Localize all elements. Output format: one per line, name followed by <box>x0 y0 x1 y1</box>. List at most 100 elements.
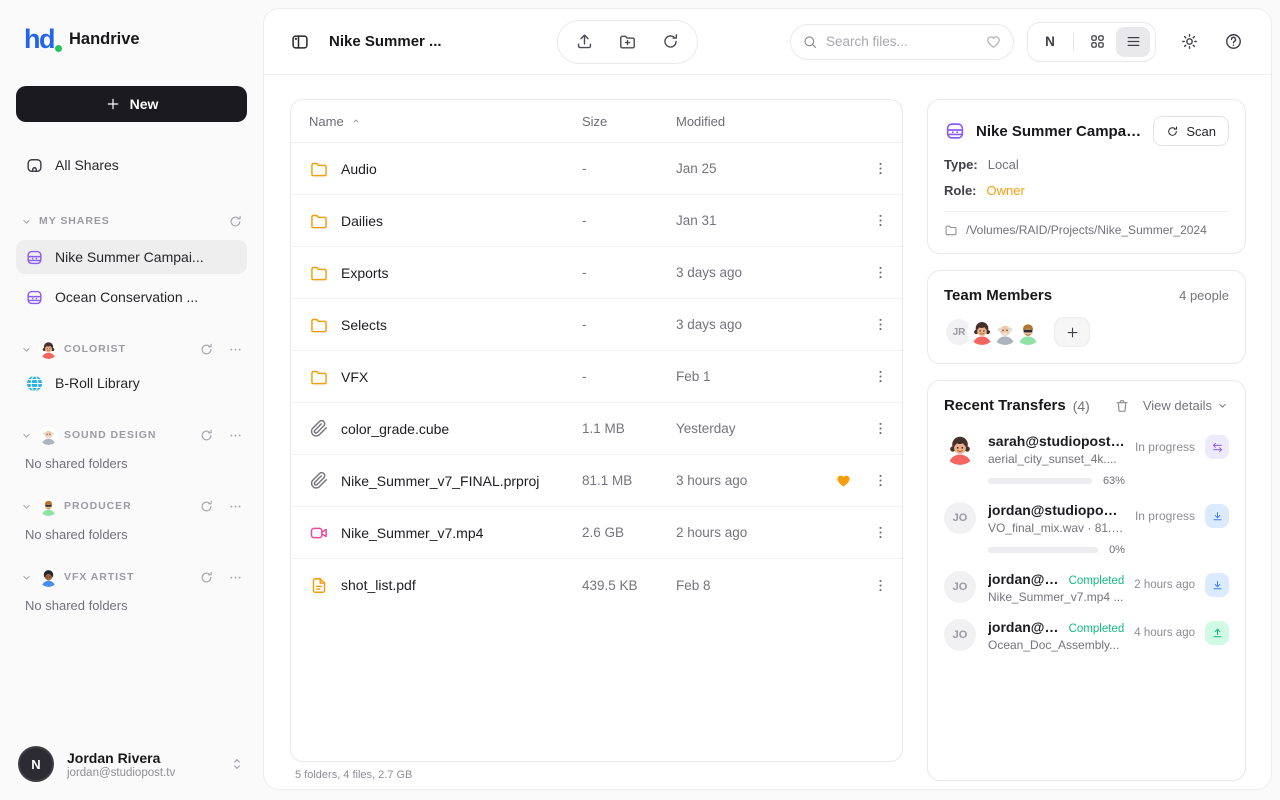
help-icon[interactable] <box>1224 32 1243 51</box>
search-input[interactable] <box>826 34 977 49</box>
my-shares-label: MY SHARES <box>39 215 110 227</box>
refresh-icon[interactable] <box>199 570 214 585</box>
refresh-icon[interactable] <box>228 214 243 229</box>
sidebar-item-b-roll-library[interactable]: B-Roll Library <box>16 366 247 400</box>
table-row-prproj[interactable]: Nike_Summer_v7_FINAL.prproj 81.1 MB 3 ho… <box>291 455 902 507</box>
team-members-card: Team Members 4 people JR <box>927 270 1246 364</box>
all-shares-icon <box>25 156 44 175</box>
new-folder-button[interactable] <box>618 32 637 51</box>
sidebar-item-all-shares[interactable]: All Shares <box>16 148 247 182</box>
row-menu-button[interactable] <box>872 264 889 281</box>
table-row-dailies[interactable]: Dailies - Jan 31 <box>291 195 902 247</box>
row-menu-button[interactable] <box>872 524 889 541</box>
favorites-filter-icon[interactable] <box>985 33 1002 50</box>
app-logo: hd <box>24 26 54 53</box>
refresh-icon[interactable] <box>199 342 214 357</box>
new-button[interactable]: New <box>16 86 247 122</box>
transfer-time: 2 hours ago <box>1134 579 1195 591</box>
avatar-sunglasses-man[interactable] <box>1013 317 1043 347</box>
file-actions-group <box>557 20 698 64</box>
more-icon[interactable] <box>228 342 243 357</box>
kebab-icon <box>872 472 889 489</box>
row-menu-button[interactable] <box>872 472 889 489</box>
kebab-icon <box>872 524 889 541</box>
page-title: Nike Summer ... <box>329 33 442 50</box>
kebab-icon <box>872 212 889 229</box>
share-label: Nike Summer Campai... <box>55 249 204 265</box>
row-menu-button[interactable] <box>872 368 889 385</box>
more-icon[interactable] <box>228 570 243 585</box>
table-row-mp4[interactable]: Nike_Summer_v7.mp4 2.6 GB 2 hours ago <box>291 507 902 559</box>
transfer-user: jordan@st... <box>988 571 1061 587</box>
transfer-user: sarah@studiopost.tv <box>988 433 1125 449</box>
account-switcher-icon[interactable] <box>229 756 245 772</box>
team-avatars: JR <box>944 317 1229 347</box>
kebab-icon <box>872 264 889 281</box>
sound-design-avatar <box>39 426 58 445</box>
user-account[interactable]: N Jordan Rivera jordan@studiopost.tv <box>16 742 247 786</box>
table-row-pdf[interactable]: shot_list.pdf 439.5 KB Feb 8 <box>291 559 902 611</box>
upload-button[interactable] <box>575 32 594 51</box>
brand: hd Handrive <box>24 20 247 58</box>
refresh-icon[interactable] <box>199 428 214 443</box>
view-switcher: N <box>1027 22 1156 62</box>
row-menu-button[interactable] <box>872 316 889 333</box>
column-header-size[interactable]: Size <box>582 114 676 129</box>
user-name: Jordan Rivera <box>67 750 216 766</box>
sort-asc-icon <box>350 115 362 127</box>
table-row-exports[interactable]: Exports - 3 days ago <box>291 247 902 299</box>
grid-view-button[interactable] <box>1080 27 1114 57</box>
table-row-vfx[interactable]: VFX - Feb 1 <box>291 351 902 403</box>
grid-icon <box>1089 33 1106 50</box>
avatar-sarah <box>944 433 976 465</box>
vfx-artist-avatar <box>39 568 58 587</box>
more-icon[interactable] <box>228 499 243 514</box>
favorite-heart-icon[interactable] <box>835 472 852 489</box>
table-row-color-grade-cube[interactable]: color_grade.cube 1.1 MB Yesterday <box>291 403 902 455</box>
row-menu-button[interactable] <box>872 577 889 594</box>
kebab-icon <box>872 420 889 437</box>
plus-icon <box>1065 325 1080 340</box>
logo-text: hd <box>24 24 54 54</box>
more-icon[interactable] <box>228 428 243 443</box>
document-icon <box>309 576 329 595</box>
refresh-icon[interactable] <box>199 499 214 514</box>
row-menu-button[interactable] <box>872 160 889 177</box>
view-details-button[interactable]: View details <box>1143 398 1229 413</box>
sidebar-toggle-icon[interactable] <box>290 32 310 52</box>
sidebar-item-ocean-conservation[interactable]: Ocean Conservation ... <box>16 280 247 314</box>
nas-button[interactable]: N <box>1033 27 1067 57</box>
role-section-producer[interactable]: PRODUCER <box>16 493 247 519</box>
transfer-status: In progress <box>1135 509 1195 523</box>
add-member-button[interactable] <box>1054 317 1090 347</box>
sidebar: hd Handrive New All Shares MY SHARES Nik… <box>0 0 263 800</box>
row-menu-button[interactable] <box>872 420 889 437</box>
list-view-button[interactable] <box>1116 27 1150 57</box>
my-shares-section-header[interactable]: MY SHARES <box>16 208 247 234</box>
table-row-audio[interactable]: Audio - Jan 25 <box>291 143 902 195</box>
avatar-jo: JO <box>944 619 976 651</box>
role-section-colorist[interactable]: COLORIST <box>16 336 247 362</box>
chevron-down-icon <box>20 343 33 356</box>
column-header-modified[interactable]: Modified <box>676 114 828 129</box>
app-title: Handrive <box>69 30 140 49</box>
file-count-summary: 5 folders, 4 files, 2.7 GB <box>290 762 903 781</box>
video-icon <box>309 523 329 543</box>
transfers-count: (4) <box>1073 398 1107 414</box>
all-shares-label: All Shares <box>55 157 119 173</box>
folder-icon <box>309 159 329 179</box>
trash-icon[interactable] <box>1114 398 1130 414</box>
role-section-vfx-artist[interactable]: VFX ARTIST <box>16 564 247 590</box>
drive-icon <box>25 248 44 267</box>
sidebar-item-nike-summer[interactable]: Nike Summer Campai... <box>16 240 247 274</box>
divider <box>944 211 1229 212</box>
role-section-sound-design[interactable]: SOUND DESIGN <box>16 422 247 448</box>
column-header-name[interactable]: Name <box>291 114 582 129</box>
empty-state-text: No shared folders <box>25 456 247 471</box>
theme-toggle-icon[interactable] <box>1180 32 1199 51</box>
refresh-button[interactable] <box>661 32 680 51</box>
scan-button[interactable]: Scan <box>1153 116 1229 146</box>
row-menu-button[interactable] <box>872 212 889 229</box>
transfer-time: 4 hours ago <box>1134 627 1195 639</box>
table-row-selects[interactable]: Selects - 3 days ago <box>291 299 902 351</box>
